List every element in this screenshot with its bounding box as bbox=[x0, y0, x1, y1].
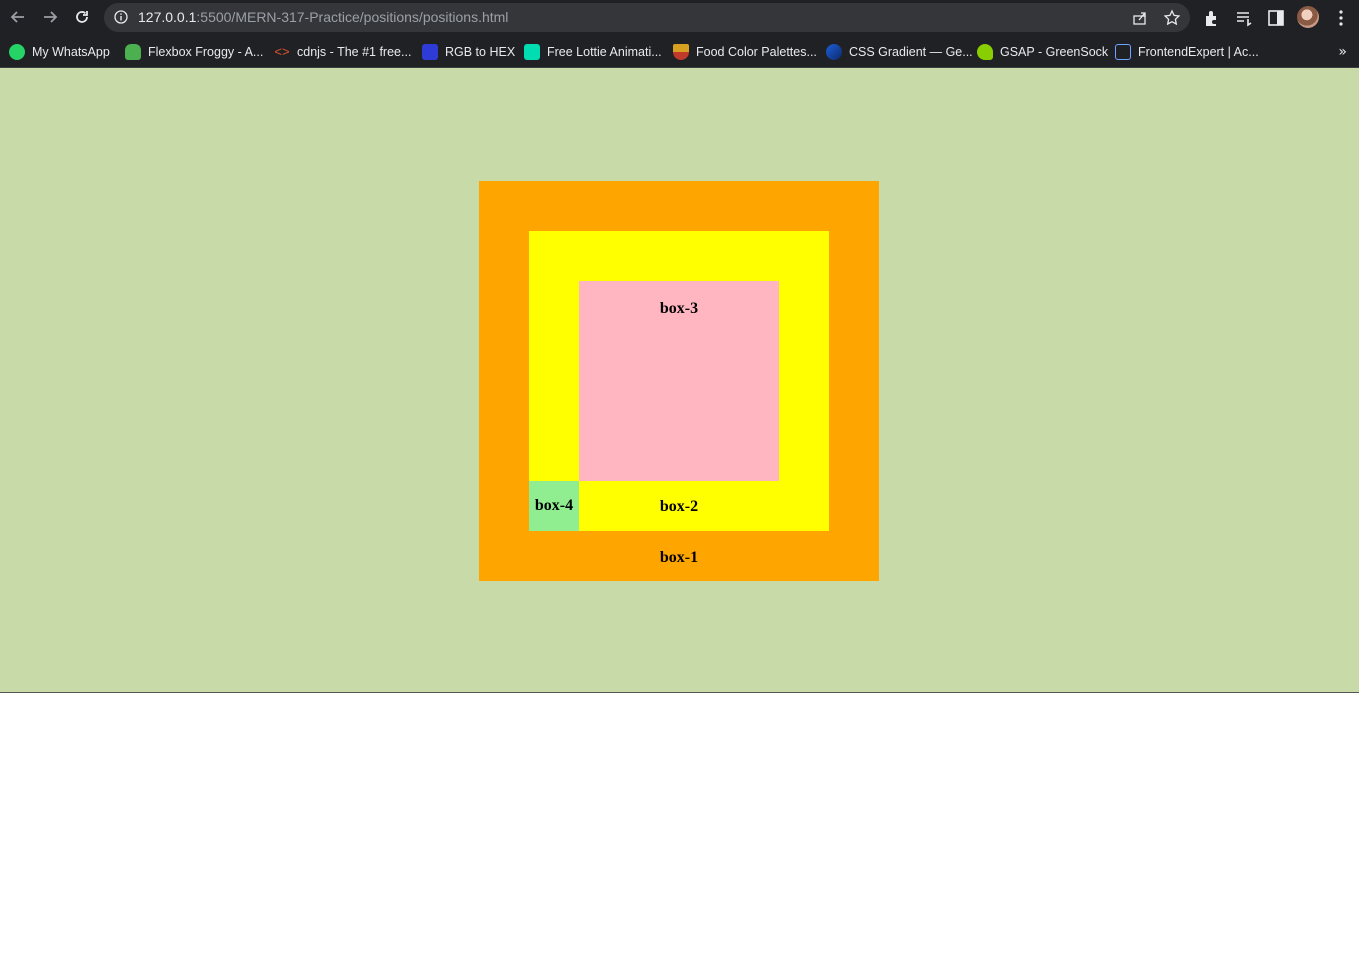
address-bar[interactable]: 127.0.0.1:5500/MERN-317-Practice/positio… bbox=[104, 3, 1190, 32]
more-menu-icon[interactable] bbox=[1331, 8, 1351, 28]
bookmark-css-gradient[interactable]: CSS Gradient — Ge... bbox=[826, 41, 973, 63]
bookmark-label: Free Lottie Animati... bbox=[547, 45, 662, 59]
bookmark-label: Flexbox Froggy - A... bbox=[148, 45, 264, 59]
reload-icon[interactable] bbox=[70, 6, 94, 30]
url-text[interactable]: 127.0.0.1:5500/MERN-317-Practice/positio… bbox=[138, 9, 508, 25]
box-2-label: box-2 bbox=[659, 498, 699, 515]
bookmark-label: Food Color Palettes... bbox=[696, 45, 817, 59]
back-arrow-icon[interactable] bbox=[6, 6, 30, 30]
share-icon[interactable] bbox=[1131, 9, 1149, 27]
frog-icon bbox=[125, 44, 141, 60]
reading-list-icon[interactable] bbox=[1234, 8, 1254, 28]
greensock-icon bbox=[977, 44, 993, 60]
bookmark-frontendexpert[interactable]: FrontendExpert | Ac... bbox=[1115, 41, 1259, 63]
code-brackets-icon: <> bbox=[274, 44, 290, 59]
gradient-icon bbox=[826, 44, 842, 60]
bookmark-label: RGB to HEX bbox=[445, 45, 516, 59]
side-panel-icon[interactable] bbox=[1266, 8, 1286, 28]
bookmark-label: FrontendExpert | Ac... bbox=[1138, 45, 1259, 59]
star-icon[interactable] bbox=[1163, 9, 1181, 27]
profile-avatar[interactable] bbox=[1297, 6, 1319, 28]
url-host: 127.0.0.1 bbox=[138, 9, 197, 25]
bookmark-rgb-to-hex[interactable]: RGB to HEX bbox=[422, 41, 515, 63]
bookmark-label: GSAP - GreenSock bbox=[1000, 45, 1109, 59]
bookmark-flexbox-froggy[interactable]: Flexbox Froggy - A... bbox=[125, 41, 263, 63]
bookmark-lottie[interactable]: Free Lottie Animati... bbox=[524, 41, 662, 63]
bookmark-gsap[interactable]: GSAP - GreenSock bbox=[977, 41, 1108, 63]
forward-arrow-icon[interactable] bbox=[38, 6, 62, 30]
food-palette-icon bbox=[673, 44, 689, 60]
bookmark-label: My WhatsApp bbox=[32, 45, 110, 59]
bookmark-label: CSS Gradient — Ge... bbox=[849, 45, 973, 59]
bookmark-whatsapp[interactable]: My WhatsApp bbox=[9, 41, 110, 63]
box-2: box-3 box-4 box-2 bbox=[529, 231, 829, 531]
browser-toolbar: 127.0.0.1:5500/MERN-317-Practice/positio… bbox=[0, 0, 1359, 36]
box-1-label: box-1 bbox=[659, 549, 699, 566]
frontendexpert-icon bbox=[1115, 44, 1131, 60]
extensions-icon[interactable] bbox=[1202, 8, 1222, 28]
box-1: box-3 box-4 box-2 box-1 bbox=[479, 181, 879, 581]
bookmarks-overflow-chevron-icon[interactable]: » bbox=[1338, 44, 1347, 60]
box-3-label: box-3 bbox=[659, 300, 699, 317]
info-icon[interactable] bbox=[114, 10, 128, 24]
bookmark-food-color-palettes[interactable]: Food Color Palettes... bbox=[673, 41, 817, 63]
page-viewport: box-3 box-4 box-2 box-1 bbox=[0, 68, 1359, 693]
lottie-icon bbox=[524, 44, 540, 60]
url-path: :5500/MERN-317-Practice/positions/positi… bbox=[196, 9, 509, 25]
bookmarks-bar: My WhatsApp Flexbox Froggy - A... <> cdn… bbox=[0, 36, 1359, 68]
bookmark-cdnjs[interactable]: <> cdnjs - The #1 free... bbox=[274, 41, 411, 63]
whatsapp-icon bbox=[9, 44, 25, 60]
game-dole-icon bbox=[422, 44, 438, 60]
box-3: box-3 bbox=[579, 281, 779, 481]
bookmark-label: cdnjs - The #1 free... bbox=[297, 45, 412, 59]
